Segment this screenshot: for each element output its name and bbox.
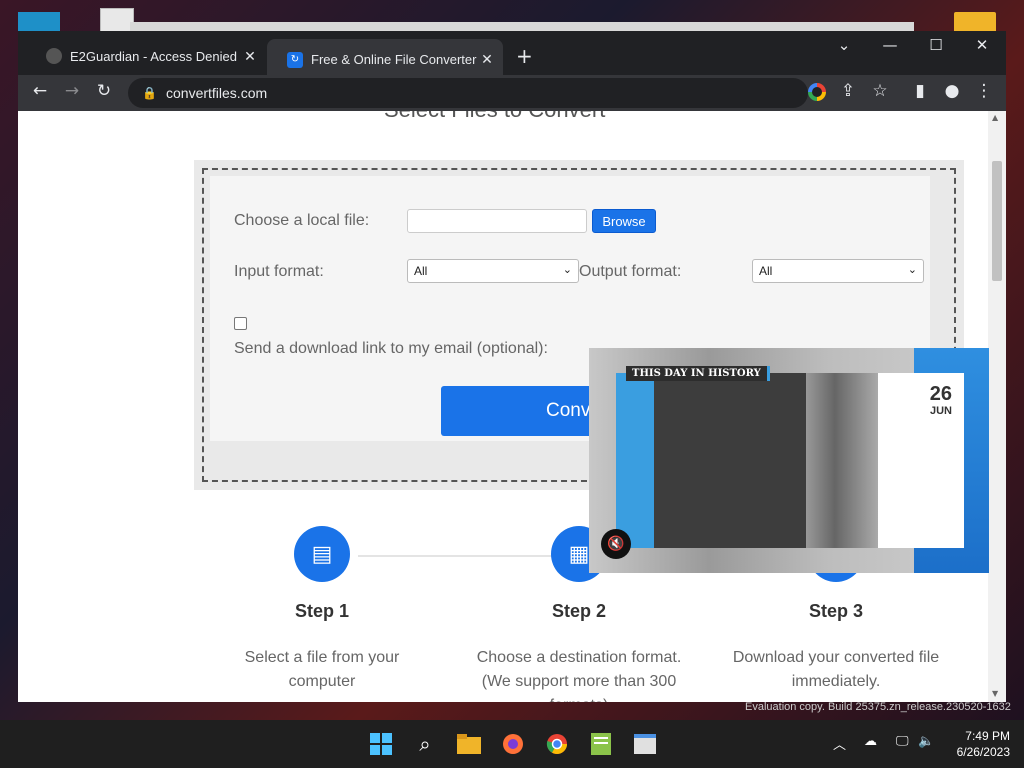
step-3-title: Step 3 bbox=[808, 601, 864, 621]
email-label: Send a download link to my email (option… bbox=[234, 340, 548, 357]
output-format-label: Output format: bbox=[579, 263, 682, 280]
date-day: 26 bbox=[929, 383, 952, 405]
chevron-down-icon: ⌄ bbox=[562, 264, 572, 276]
convertfiles-icon: ↻ bbox=[287, 51, 303, 68]
scroll-up-icon[interactable]: ▲ bbox=[992, 113, 998, 122]
firefox-icon[interactable] bbox=[500, 731, 526, 757]
forward-icon[interactable]: → bbox=[60, 81, 84, 101]
show-hidden-icons[interactable]: ︿ bbox=[833, 734, 846, 753]
chevron-down-icon: ⌄ bbox=[907, 264, 917, 276]
bookmark-star-icon[interactable]: ☆ bbox=[868, 81, 892, 101]
output-format-value: All bbox=[759, 264, 773, 278]
page-scrollbar[interactable]: ▲ ▼ bbox=[988, 111, 1006, 702]
clock-time: 7:49 PM bbox=[965, 729, 1010, 743]
app-window-icon[interactable] bbox=[632, 731, 658, 757]
video-accent-bar bbox=[616, 373, 654, 548]
close-window-button[interactable]: ✕ bbox=[962, 36, 1002, 54]
menu-icon[interactable]: ⋮ bbox=[972, 81, 996, 101]
file-input[interactable] bbox=[407, 209, 587, 233]
video-dark-panel bbox=[654, 373, 806, 548]
new-tab-button[interactable]: + bbox=[516, 44, 533, 68]
search-icon[interactable]: ⌕ bbox=[412, 731, 438, 757]
clock-date: 6/26/2023 bbox=[956, 745, 1010, 759]
profile-icon[interactable]: ● bbox=[940, 81, 964, 101]
scroll-down-icon[interactable]: ▼ bbox=[992, 689, 998, 698]
email-checkbox[interactable] bbox=[234, 317, 247, 330]
tab-search-icon[interactable]: ⌄ bbox=[824, 36, 864, 54]
file-explorer-icon[interactable] bbox=[456, 731, 482, 757]
input-format-label: Input format: bbox=[234, 263, 324, 280]
system-clock[interactable]: 7:49 PM 6/26/2023 bbox=[950, 728, 1010, 760]
step-1-desc: Select a file from your computer bbox=[244, 649, 400, 690]
video-ad-overlay[interactable]: 26 JUN THIS DAY IN HISTORY 🔇 bbox=[589, 348, 989, 573]
tab-file-converter[interactable]: ↻ Free & Online File Converter - Co ✕ bbox=[267, 39, 503, 80]
github-icon bbox=[46, 48, 62, 64]
date-card: 26 JUN bbox=[878, 373, 964, 548]
browse-button[interactable]: Browse bbox=[592, 209, 656, 233]
step-1-title: Step 1 bbox=[294, 601, 350, 621]
taskbar: ⌕ ︿ ☁ 🖵 🔈 7:49 PM 6/26/2023 bbox=[0, 720, 1024, 768]
share-icon[interactable]: ⇪ bbox=[836, 81, 860, 101]
close-tab-icon[interactable]: ✕ bbox=[240, 48, 260, 65]
tab-title: E2Guardian - Access Denied bbox=[70, 48, 237, 64]
convert-button[interactable]: Conv bbox=[441, 386, 611, 436]
video-photo bbox=[806, 373, 878, 548]
tab-title: Free & Online File Converter - Co bbox=[311, 52, 477, 67]
choose-file-label: Choose a local file: bbox=[234, 212, 370, 229]
back-icon[interactable]: ← bbox=[28, 81, 52, 101]
url-text: convertfiles.com bbox=[166, 85, 268, 101]
minimize-button[interactable]: — bbox=[870, 36, 910, 54]
file-icon: ▤ bbox=[294, 526, 350, 582]
onedrive-icon[interactable]: ☁ bbox=[864, 734, 877, 749]
input-format-select[interactable]: All ⌄ bbox=[407, 259, 579, 283]
input-format-value: All bbox=[414, 264, 428, 278]
history-badge: THIS DAY IN HISTORY bbox=[626, 366, 770, 381]
network-icon[interactable]: 🖵 bbox=[896, 734, 909, 749]
chrome-icon[interactable] bbox=[544, 731, 570, 757]
mute-icon[interactable]: 🔇 bbox=[601, 529, 631, 559]
google-icon[interactable] bbox=[808, 83, 826, 101]
maximize-button[interactable]: ☐ bbox=[916, 36, 956, 54]
lock-icon: 🔒 bbox=[142, 86, 157, 100]
volume-icon[interactable]: 🔈 bbox=[918, 734, 934, 749]
evaluation-watermark: Evaluation copy. Build 25375.zn_release.… bbox=[745, 701, 1011, 713]
step-3-desc: Download your converted file immediately… bbox=[732, 649, 940, 690]
side-panel-icon[interactable]: ▮ bbox=[908, 81, 932, 101]
notepad-icon[interactable] bbox=[588, 731, 614, 757]
tab-e2guardian[interactable]: E2Guardian - Access Denied ✕ bbox=[26, 41, 266, 71]
section-title: Select Files to Convert bbox=[384, 111, 605, 123]
tab-bar: E2Guardian - Access Denied ✕ ↻ Free & On… bbox=[18, 31, 1006, 80]
close-tab-icon[interactable]: ✕ bbox=[477, 51, 497, 68]
scrollbar-thumb[interactable] bbox=[992, 161, 1002, 281]
output-format-select[interactable]: All ⌄ bbox=[752, 259, 924, 283]
step-2-title: Step 2 bbox=[551, 601, 607, 621]
start-icon[interactable] bbox=[368, 731, 394, 757]
address-bar[interactable]: 🔒 convertfiles.com bbox=[128, 78, 808, 108]
step-2-desc: Choose a destination format. (We support… bbox=[476, 649, 682, 702]
reload-icon[interactable]: ↻ bbox=[92, 81, 116, 101]
date-month: JUN bbox=[929, 405, 952, 417]
browser-toolbar: ← → ↻ 🔒 convertfiles.com ⇪ ☆ ▮ ● ⋮ bbox=[18, 75, 1006, 111]
